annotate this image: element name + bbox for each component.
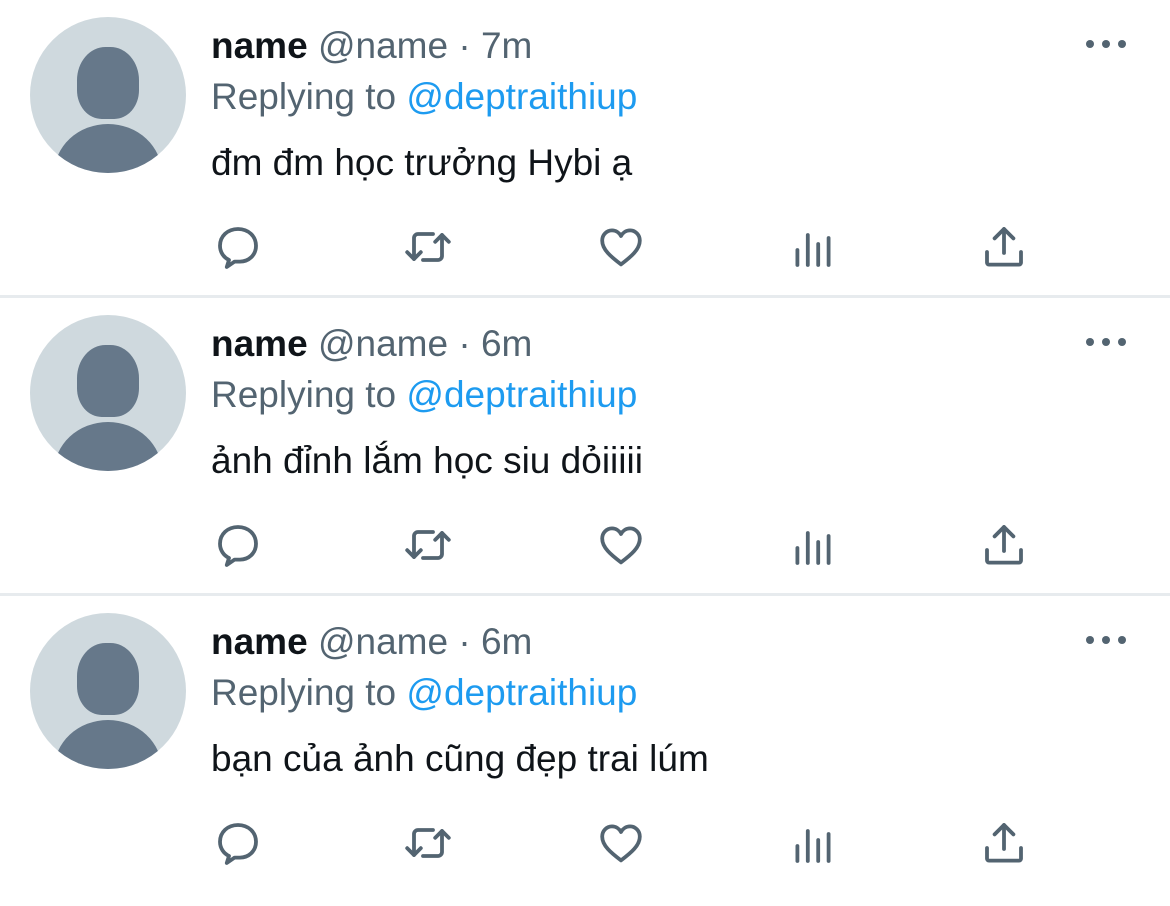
mention-link[interactable]: @deptraithiup: [406, 374, 637, 415]
analytics-button[interactable]: [788, 818, 838, 868]
analytics-icon: [795, 531, 831, 565]
like-icon: [600, 824, 642, 863]
avatar[interactable]: [30, 17, 186, 173]
more-options-icon[interactable]: [1086, 633, 1126, 647]
retweet-button[interactable]: [403, 818, 453, 868]
analytics-icon: [795, 829, 831, 863]
avatar-head-shape: [77, 643, 139, 715]
like-button[interactable]: [596, 818, 646, 868]
reply-icon: [218, 823, 258, 865]
tweet[interactable]: name @name · 7m Replying to @deptraithiu…: [0, 0, 1170, 298]
tweet[interactable]: name @name · 6m Replying to @deptraithiu…: [0, 596, 1170, 900]
separator-dot: ·: [458, 25, 471, 66]
timestamp[interactable]: 6m: [481, 621, 532, 662]
mention-link[interactable]: @deptraithiup: [406, 76, 637, 117]
tweet[interactable]: name @name · 6m Replying to @deptraithiu…: [0, 298, 1170, 596]
share-icon: [985, 227, 1023, 267]
analytics-icon: [795, 233, 831, 267]
share-button[interactable]: [979, 520, 1029, 570]
retweet-icon: [405, 530, 451, 560]
user-handle[interactable]: @name: [318, 25, 448, 66]
more-options-icon[interactable]: [1086, 335, 1126, 349]
like-button[interactable]: [596, 520, 646, 570]
mention-link[interactable]: @deptraithiup: [406, 672, 637, 713]
like-icon: [600, 526, 642, 565]
reply-button[interactable]: [213, 520, 263, 570]
replying-to: Replying to @deptraithiup: [211, 671, 637, 715]
like-icon: [600, 228, 642, 267]
replying-prefix: Replying to: [211, 76, 397, 117]
tweet-header: name @name · 6m: [211, 322, 532, 366]
retweet-icon: [405, 828, 451, 858]
like-button[interactable]: [596, 222, 646, 272]
reply-button[interactable]: [213, 818, 263, 868]
analytics-button[interactable]: [788, 222, 838, 272]
more-options-icon[interactable]: [1086, 37, 1126, 51]
avatar-body-shape: [54, 422, 162, 471]
share-icon: [985, 823, 1023, 863]
separator-dot: ·: [458, 323, 471, 364]
replying-prefix: Replying to: [211, 672, 397, 713]
tweet-header: name @name · 6m: [211, 620, 532, 664]
tweet-text: ảnh đỉnh lắm học siu dỏiiiii: [211, 440, 643, 481]
reply-icon: [218, 525, 258, 567]
replying-to: Replying to @deptraithiup: [211, 373, 637, 417]
replying-prefix: Replying to: [211, 374, 397, 415]
replying-to: Replying to @deptraithiup: [211, 75, 637, 119]
share-button[interactable]: [979, 222, 1029, 272]
display-name[interactable]: name: [211, 25, 308, 66]
retweet-icon: [405, 232, 451, 262]
avatar-head-shape: [77, 47, 139, 119]
share-button[interactable]: [979, 818, 1029, 868]
avatar-body-shape: [54, 720, 162, 769]
tweet-header: name @name · 7m: [211, 24, 532, 68]
timestamp[interactable]: 6m: [481, 323, 532, 364]
reply-button[interactable]: [213, 222, 263, 272]
retweet-button[interactable]: [403, 520, 453, 570]
tweet-text: bạn của ảnh cũng đẹp trai lúm: [211, 738, 709, 779]
user-handle[interactable]: @name: [318, 323, 448, 364]
retweet-button[interactable]: [403, 222, 453, 272]
share-icon: [985, 525, 1023, 565]
display-name[interactable]: name: [211, 323, 308, 364]
display-name[interactable]: name: [211, 621, 308, 662]
avatar[interactable]: [30, 315, 186, 471]
avatar-body-shape: [54, 124, 162, 173]
separator-dot: ·: [458, 621, 471, 662]
analytics-button[interactable]: [788, 520, 838, 570]
tweet-text: đm đm học trưởng Hybi ạ: [211, 142, 633, 183]
avatar[interactable]: [30, 613, 186, 769]
timestamp[interactable]: 7m: [481, 25, 532, 66]
reply-icon: [218, 227, 258, 269]
user-handle[interactable]: @name: [318, 621, 448, 662]
avatar-head-shape: [77, 345, 139, 417]
